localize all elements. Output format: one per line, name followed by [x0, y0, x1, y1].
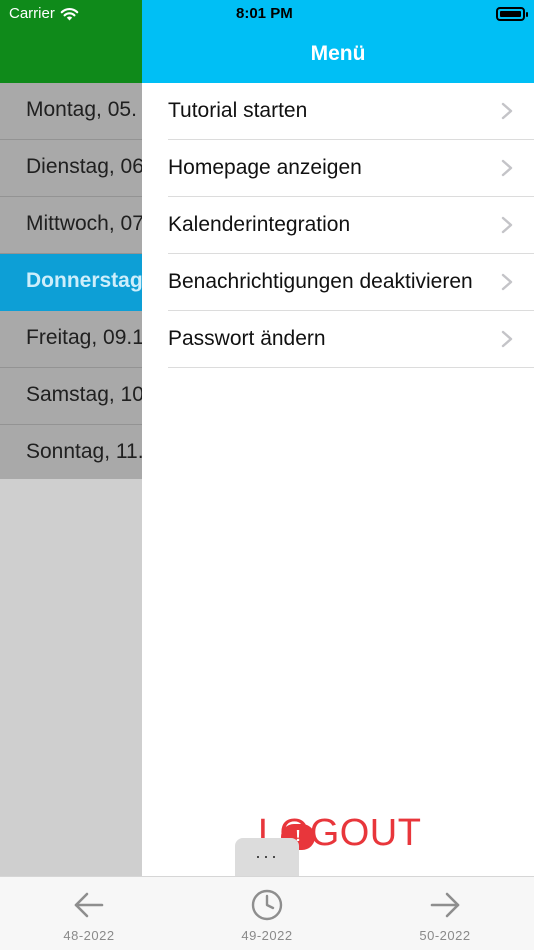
calendar-empty-area — [0, 479, 142, 876]
chevron-right-icon — [501, 330, 513, 348]
status-carrier: Carrier — [9, 5, 79, 22]
menu-item-notifications[interactable]: Benachrichtigungen deaktivieren — [168, 254, 534, 311]
chevron-right-icon — [501, 273, 513, 291]
menu-item-label: Benachrichtigungen deaktivieren — [168, 270, 473, 293]
day-row[interactable]: Dienstag, 06 — [0, 140, 142, 197]
clock-icon — [251, 889, 283, 921]
day-row[interactable]: Sonntag, 11. — [0, 425, 142, 479]
arrow-right-icon — [430, 892, 460, 918]
day-row-selected[interactable]: Donnerstag — [0, 254, 142, 311]
day-row[interactable]: Montag, 05. — [0, 83, 142, 140]
status-time: 8:01 PM — [236, 5, 293, 22]
day-list: Montag, 05. Dienstag, 06 Mittwoch, 07 Do… — [0, 83, 142, 479]
menu-header: Menü — [142, 0, 534, 83]
current-week-label: 49-2022 — [241, 928, 293, 943]
day-row[interactable]: Freitag, 09.1 — [0, 311, 142, 368]
chevron-right-icon — [501, 216, 513, 234]
menu-item-label: Homepage anzeigen — [168, 156, 362, 179]
next-week-button[interactable]: 50-2022 — [385, 877, 505, 950]
menu-item-change-password[interactable]: Passwort ändern — [168, 311, 534, 368]
carrier-label: Carrier — [9, 5, 55, 22]
menu-item-calendar-integration[interactable]: Kalenderintegration — [168, 197, 534, 254]
menu-item-label: Tutorial starten — [168, 99, 308, 122]
side-menu: Menü Tutorial starten Homepage anzeigen … — [142, 0, 534, 876]
menu-title: Menü — [310, 42, 366, 65]
wifi-icon — [60, 7, 79, 20]
menu-item-label: Passwort ändern — [168, 327, 326, 350]
prev-week-button[interactable]: 48-2022 — [29, 877, 149, 950]
current-week-button[interactable]: 49-2022 — [207, 877, 327, 950]
day-row[interactable]: Samstag, 10 — [0, 368, 142, 425]
arrow-left-icon — [74, 892, 104, 918]
menu-item-tutorial[interactable]: Tutorial starten — [168, 83, 534, 140]
next-week-label: 50-2022 — [419, 928, 471, 943]
menu-item-label: Kalenderintegration — [168, 213, 351, 236]
more-handle[interactable]: ··· — [235, 838, 299, 876]
chevron-right-icon — [501, 159, 513, 177]
prev-week-label: 48-2022 — [63, 928, 115, 943]
bottom-toolbar: 48-2022 49-2022 50-2022 — [0, 876, 534, 950]
day-row[interactable]: Mittwoch, 07 — [0, 197, 142, 254]
menu-item-homepage[interactable]: Homepage anzeigen — [168, 140, 534, 197]
battery-icon — [496, 7, 528, 21]
chevron-right-icon — [501, 102, 513, 120]
